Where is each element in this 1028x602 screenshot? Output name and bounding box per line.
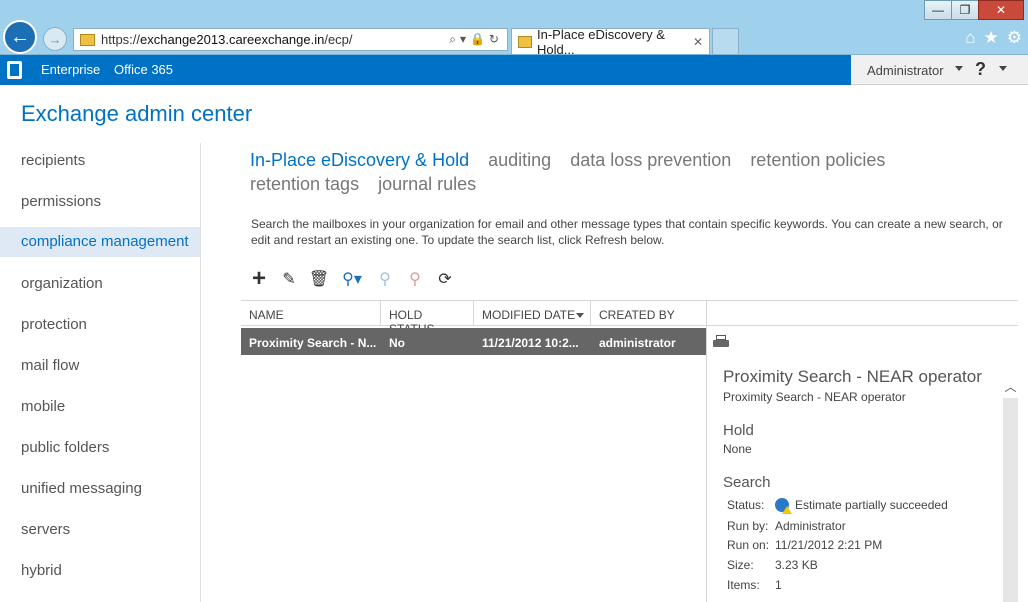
warning-status-icon — [775, 498, 792, 514]
nav-item-organization[interactable]: organization — [0, 263, 200, 304]
cell-created-by: administrator — [599, 336, 676, 350]
office-logo-icon[interactable] — [7, 61, 22, 79]
page-title: Exchange admin center — [21, 101, 253, 126]
runby-label: Run by: — [727, 519, 769, 533]
delete-icon[interactable]: 🗑 — [304, 269, 334, 289]
refresh-icon[interactable]: ⟳ — [430, 269, 460, 289]
address-tools-icons[interactable]: ⌕▾🔒↻ — [449, 32, 503, 47]
runon-label: Run on: — [727, 538, 770, 552]
subtab-bar: In-Place eDiscovery & Hold auditing data… — [250, 148, 1010, 196]
home-icon[interactable]: ⌂ — [965, 28, 975, 48]
close-window-button[interactable]: ✕ — [978, 0, 1024, 20]
runon-value: 11/21/2012 2:21 PM — [775, 538, 883, 552]
new-tab-button[interactable] — [712, 28, 739, 54]
runby-value: Administrator — [775, 519, 846, 533]
runby-row: Run by: Administrator — [727, 519, 846, 533]
nav-divider — [200, 143, 201, 602]
forward-button[interactable]: → — [43, 27, 67, 51]
nav-item-permissions[interactable]: permissions — [0, 181, 200, 222]
tab-auditing[interactable]: auditing — [488, 148, 551, 172]
column-header-modified-date-label: MODIFIED DATE — [482, 308, 576, 322]
office365-navbar: Enterprise Office 365 Administrator ? — [0, 55, 1028, 85]
nav-item-compliance-management[interactable]: compliance management — [0, 227, 200, 257]
sort-descending-icon — [576, 313, 584, 318]
nav-item-hybrid[interactable]: hybrid — [0, 550, 200, 591]
items-value: 1 — [775, 578, 782, 592]
browser-chrome: — ❐ ✕ ← → https://exchange2013.careexcha… — [0, 0, 1028, 57]
cell-modified-date: 11/21/2012 10:2... — [482, 336, 579, 350]
tab-data-loss-prevention[interactable]: data loss prevention — [570, 148, 731, 172]
size-value: 3.23 KB — [775, 558, 818, 572]
action-toolbar: + ✎ 🗑 ⚲▾ ⚲ ⚲ ⟳ — [244, 265, 460, 292]
tab-ediscovery-hold[interactable]: In-Place eDiscovery & Hold — [250, 148, 469, 172]
print-icon[interactable] — [713, 335, 729, 349]
stop-search-icon[interactable]: ⚲ — [400, 269, 430, 289]
search-heading: Search — [723, 474, 771, 491]
estimate-search-icon[interactable]: ⚲ — [370, 269, 400, 289]
hold-value: None — [723, 442, 752, 456]
details-scrollbar[interactable] — [1003, 398, 1018, 602]
hold-heading: Hold — [723, 422, 754, 439]
nav-item-mail-flow[interactable]: mail flow — [0, 345, 200, 386]
left-navigation: recipients permissions compliance manage… — [0, 140, 200, 591]
tab-close-icon[interactable]: ✕ — [693, 35, 703, 49]
nav-item-unified-messaging[interactable]: unified messaging — [0, 468, 200, 509]
restore-button[interactable]: ❐ — [951, 0, 979, 20]
help-icon[interactable]: ? — [975, 59, 986, 80]
user-area: Administrator ? — [851, 55, 1028, 85]
size-row: Size: 3.23 KB — [727, 558, 818, 572]
help-chevron-down-icon[interactable] — [999, 66, 1007, 71]
scroll-up-chevron-icon[interactable]: ︿ — [1003, 378, 1018, 394]
column-header-name[interactable]: NAME — [241, 301, 381, 326]
add-icon[interactable]: + — [244, 265, 274, 292]
details-divider — [706, 300, 707, 602]
url-path: /ecp/ — [324, 32, 353, 47]
column-header-modified-date[interactable]: MODIFIED DATE — [474, 301, 591, 326]
address-bar[interactable]: https://exchange2013.careexchange.in/ecp… — [73, 28, 508, 51]
favorites-icon[interactable]: ★ — [984, 28, 999, 48]
minimize-button[interactable]: — — [924, 0, 952, 20]
tab-journal-rules[interactable]: journal rules — [378, 172, 476, 196]
status-label: Status: — [727, 498, 765, 512]
table-header: NAME HOLD STATUS MODIFIED DATE CREATED B… — [241, 300, 1018, 336]
page-description: Search the mailboxes in your organizatio… — [251, 217, 1003, 247]
nav-enterprise[interactable]: Enterprise — [41, 62, 100, 77]
url-prefix: https:// — [101, 32, 141, 47]
nav-item-recipients[interactable]: recipients — [0, 140, 200, 181]
details-subtitle: Proximity Search - NEAR operator — [723, 390, 906, 404]
window-controls: — ❐ ✕ — [924, 0, 1024, 20]
nav-item-protection[interactable]: protection — [0, 304, 200, 345]
back-button[interactable]: ← — [3, 20, 37, 54]
nav-office365[interactable]: Office 365 — [114, 62, 173, 77]
url-host: exchange2013.careexchange.in — [140, 32, 325, 47]
runon-row: Run on: 11/21/2012 2:21 PM — [727, 538, 882, 552]
cell-hold-status: No — [389, 336, 405, 350]
browser-toolbar-icons: ⌂ ★ ⚙ — [965, 28, 1022, 48]
edit-icon[interactable]: ✎ — [274, 269, 304, 289]
column-header-created-by[interactable]: CREATED BY — [591, 301, 707, 326]
nav-item-mobile[interactable]: mobile — [0, 386, 200, 427]
user-menu-chevron-down-icon[interactable] — [955, 66, 963, 71]
tab-favicon-icon — [518, 35, 532, 48]
column-header-hold-status[interactable]: HOLD STATUS — [381, 301, 474, 336]
items-label: Items: — [727, 578, 760, 592]
settings-icon[interactable]: ⚙ — [1007, 28, 1022, 48]
search-dropdown-icon[interactable]: ⚲▾ — [334, 269, 370, 289]
tab-retention-policies[interactable]: retention policies — [750, 148, 885, 172]
user-menu[interactable]: Administrator — [867, 63, 944, 78]
nav-item-servers[interactable]: servers — [0, 509, 200, 550]
site-favicon-icon — [80, 33, 95, 46]
details-title: Proximity Search - NEAR operator — [723, 367, 982, 386]
browser-tab-active[interactable]: In-Place eDiscovery & Hold... ✕ — [511, 26, 710, 57]
status-row: Status: Estimate partially succeeded — [727, 498, 948, 514]
tab-retention-tags[interactable]: retention tags — [250, 172, 359, 196]
cell-name: Proximity Search - N... — [249, 336, 377, 350]
tab-title: In-Place eDiscovery & Hold... — [536, 26, 665, 57]
nav-item-public-folders[interactable]: public folders — [0, 427, 200, 468]
status-value: Estimate partially succeeded — [795, 498, 948, 512]
table-row[interactable]: Proximity Search - N... No 11/21/2012 10… — [241, 328, 707, 355]
size-label: Size: — [727, 558, 754, 572]
items-row: Items: 1 — [727, 578, 782, 592]
